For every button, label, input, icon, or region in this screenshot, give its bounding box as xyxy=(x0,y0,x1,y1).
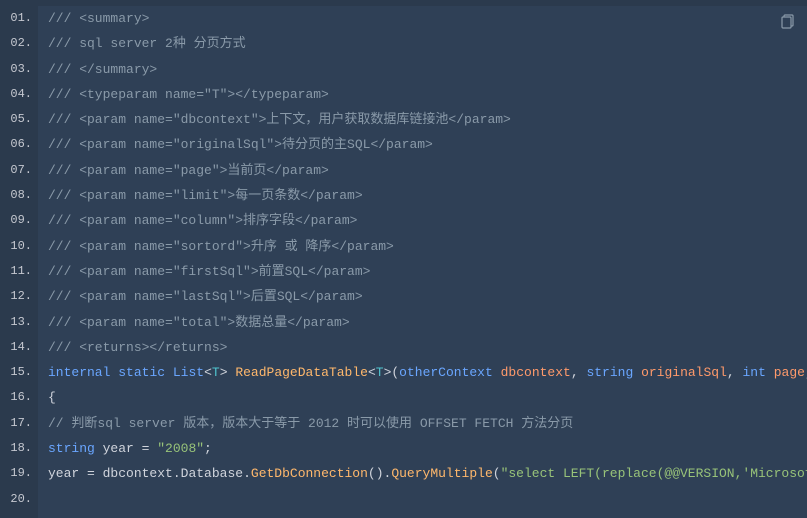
code-area[interactable]: /// <summary> /// sql server 2种 分页方式 /// <… xyxy=(38,6,807,518)
code-lines: /// <summary> /// sql server 2种 分页方式 /// <… xyxy=(38,6,807,512)
line-number: 13 xyxy=(0,310,38,335)
code-token xyxy=(766,365,774,380)
line-number-gutter: 0102030405060708091011121314151617181920 xyxy=(0,6,38,518)
code-token: , xyxy=(571,365,587,380)
code-line: /// <param name="column">排序字段</param> xyxy=(48,208,807,233)
line-number: 16 xyxy=(0,385,38,410)
line-number: 02 xyxy=(0,31,38,56)
code-token: >( xyxy=(384,365,400,380)
line-number: 07 xyxy=(0,158,38,183)
line-number: 10 xyxy=(0,234,38,259)
line-number: 09 xyxy=(0,208,38,233)
code-token: T xyxy=(212,365,220,380)
code-token xyxy=(493,365,501,380)
code-token: = xyxy=(142,441,158,456)
code-token: /// <param name="dbcontext">上下文，用户获取数据库链… xyxy=(48,112,511,127)
code-token: ; xyxy=(204,441,212,456)
code-line: year = dbcontext.Database.GetDbConnectio… xyxy=(48,461,807,486)
code-token: QueryMultiple xyxy=(391,466,492,481)
line-number: 01 xyxy=(0,6,38,31)
code-line: /// <param name="dbcontext">上下文，用户获取数据库链… xyxy=(48,107,807,132)
code-line: /// <param name="page">当前页</param> xyxy=(48,158,807,183)
code-line: /// <typeparam name="T"></typeparam> xyxy=(48,82,807,107)
code-token: . xyxy=(173,466,181,481)
line-number: 14 xyxy=(0,335,38,360)
line-number: 15 xyxy=(0,360,38,385)
code-line: // 判断sql server 版本，版本大于等于 2012 时可以使用 OFF… xyxy=(48,411,807,436)
line-number: 19 xyxy=(0,461,38,486)
code-token: /// <param name="page">当前页</param> xyxy=(48,163,329,178)
code-token: /// <param name="sortord">升序 或 降序</param… xyxy=(48,239,394,254)
code-line: /// <param name="lastSql">后置SQL</param> xyxy=(48,284,807,309)
code-editor: 0102030405060708091011121314151617181920… xyxy=(0,0,807,518)
code-token: /// <summary> xyxy=(48,11,149,26)
code-token: . xyxy=(243,466,251,481)
code-line xyxy=(48,487,807,512)
line-number: 06 xyxy=(0,132,38,157)
code-token: /// <param name="total">数据总量</param> xyxy=(48,315,350,330)
code-line: string year = "2008"; xyxy=(48,436,807,461)
code-token: /// </summary> xyxy=(48,62,157,77)
code-token: ( xyxy=(493,466,501,481)
code-token: int xyxy=(743,365,766,380)
line-number: 18 xyxy=(0,436,38,461)
code-line: internal static List<T> ReadPageDataTabl… xyxy=(48,360,807,385)
code-token: (). xyxy=(368,466,391,481)
code-line: /// <param name="total">数据总量</param> xyxy=(48,310,807,335)
code-token: GetDbConnection xyxy=(251,466,368,481)
code-line: { xyxy=(48,385,807,410)
code-token: < xyxy=(204,365,212,380)
code-token: "select LEFT(replace(@@VERSION,'Microsof… xyxy=(501,466,807,481)
copy-icon[interactable] xyxy=(781,14,797,30)
code-token: Database xyxy=(181,466,243,481)
code-token: /// <param name="lastSql">后置SQL</param> xyxy=(48,289,363,304)
code-token: /// <param name="limit">每一页条数</param> xyxy=(48,188,363,203)
code-line: /// sql server 2种 分页方式 xyxy=(48,31,807,56)
code-token: /// <typeparam name="T"></typeparam> xyxy=(48,87,329,102)
code-line: /// <returns></returns> xyxy=(48,335,807,360)
code-line: /// <param name="sortord">升序 或 降序</param… xyxy=(48,234,807,259)
code-token: /// sql server 2种 分页方式 xyxy=(48,36,246,51)
code-token: List xyxy=(173,365,204,380)
code-token: otherContext xyxy=(399,365,493,380)
code-token: ReadPageDataTable xyxy=(235,365,368,380)
code-token: dbcontext xyxy=(103,466,173,481)
code-token: static xyxy=(118,365,165,380)
code-token: , xyxy=(727,365,743,380)
code-line: /// </summary> xyxy=(48,57,807,82)
code-token: T xyxy=(376,365,384,380)
code-token: /// <returns></returns> xyxy=(48,340,227,355)
code-token: /// <param name="column">排序字段</param> xyxy=(48,213,357,228)
code-token: "2008" xyxy=(157,441,204,456)
code-line: /// <param name="limit">每一页条数</param> xyxy=(48,183,807,208)
code-token: year xyxy=(48,466,87,481)
code-token: // 判断sql server 版本，版本大于等于 2012 时可以使用 OFF… xyxy=(48,416,573,431)
line-number: 08 xyxy=(0,183,38,208)
line-number: 20 xyxy=(0,487,38,512)
line-number: 03 xyxy=(0,57,38,82)
code-token: { xyxy=(48,390,56,405)
code-token: > xyxy=(220,365,236,380)
code-token xyxy=(633,365,641,380)
code-token: dbcontext xyxy=(501,365,571,380)
code-token xyxy=(165,365,173,380)
code-token: /// <param name="originalSql">待分页的主SQL</… xyxy=(48,137,433,152)
code-token: = xyxy=(87,466,103,481)
code-token: year xyxy=(95,441,142,456)
line-number: 12 xyxy=(0,284,38,309)
code-token: /// <param name="firstSql">前置SQL</param> xyxy=(48,264,370,279)
code-token: < xyxy=(368,365,376,380)
code-line: /// <param name="firstSql">前置SQL</param> xyxy=(48,259,807,284)
code-line: /// <summary> xyxy=(48,6,807,31)
line-number: 05 xyxy=(0,107,38,132)
code-token: page xyxy=(774,365,805,380)
code-line: /// <param name="originalSql">待分页的主SQL</… xyxy=(48,132,807,157)
code-token: originalSql xyxy=(641,365,727,380)
code-token: string xyxy=(586,365,633,380)
code-token: internal xyxy=(48,365,110,380)
line-number: 11 xyxy=(0,259,38,284)
line-number: 04 xyxy=(0,82,38,107)
line-number: 17 xyxy=(0,411,38,436)
code-token: string xyxy=(48,441,95,456)
